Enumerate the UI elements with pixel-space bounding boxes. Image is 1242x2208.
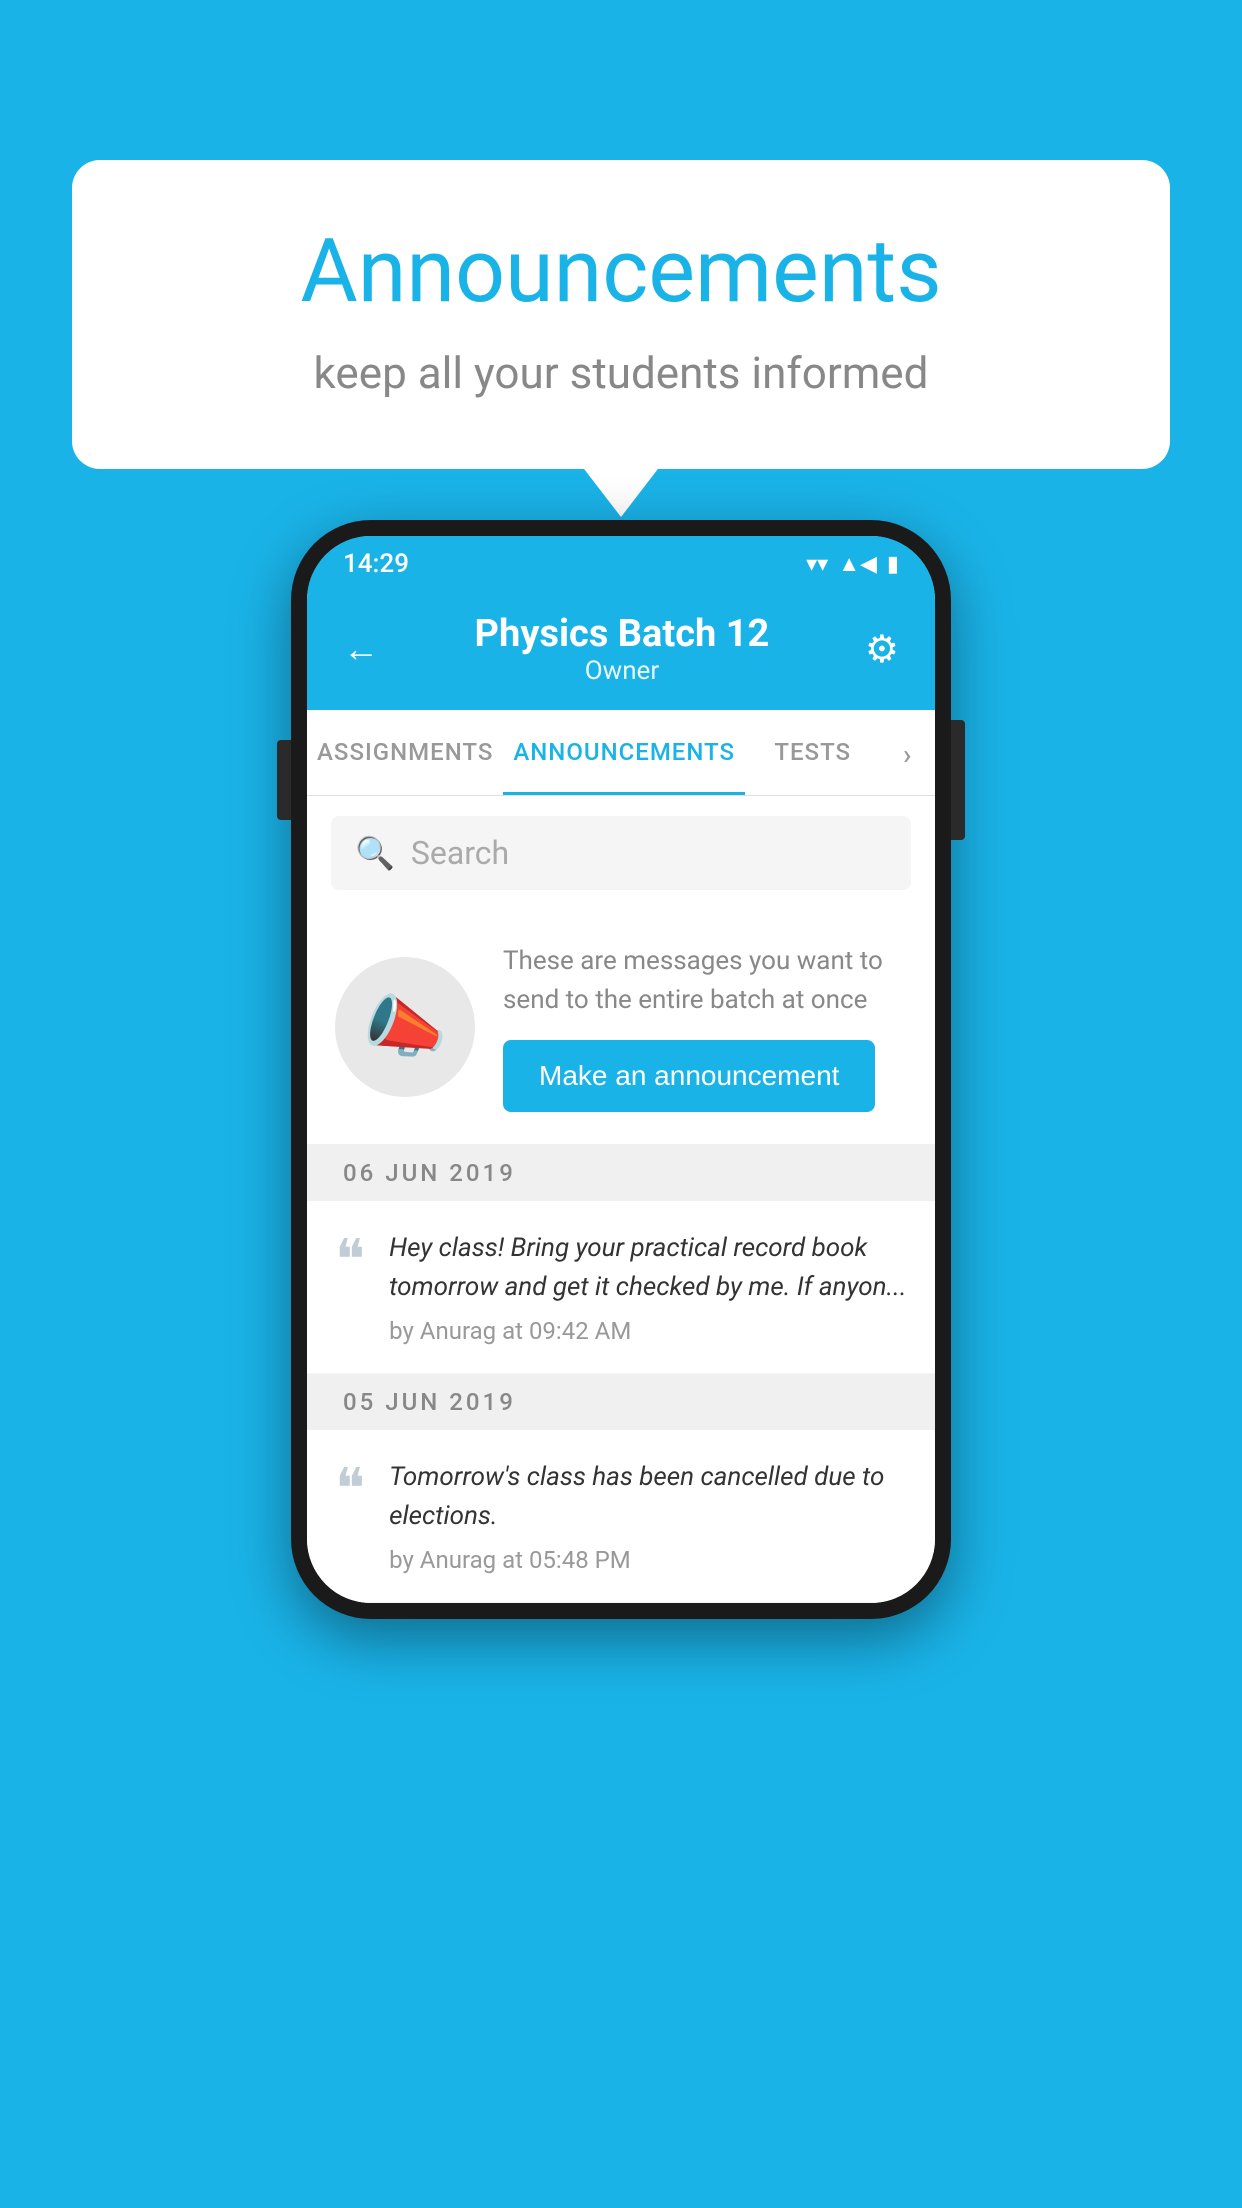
phone-inner: 14:29 ▾▾ ▲◀ ▮ ← Physics Batch 12 Owner ⚙ bbox=[307, 536, 935, 1603]
search-icon: 🔍 bbox=[355, 834, 395, 872]
tab-bar: ASSIGNMENTS ANNOUNCEMENTS TESTS › bbox=[307, 710, 935, 796]
announcement-description: These are messages you want to send to t… bbox=[503, 942, 907, 1020]
announcement-content-2: Tomorrow's class has been cancelled due … bbox=[389, 1458, 907, 1574]
quote-icon-1: ❝ bbox=[335, 1233, 365, 1289]
announcement-prompt: 📣 These are messages you want to send to… bbox=[307, 910, 935, 1145]
quote-icon-2: ❝ bbox=[335, 1462, 365, 1518]
phone-mockup: 14:29 ▾▾ ▲◀ ▮ ← Physics Batch 12 Owner ⚙ bbox=[291, 520, 951, 1619]
header-subtitle: Owner bbox=[475, 656, 770, 686]
settings-icon[interactable]: ⚙ bbox=[865, 627, 899, 672]
tab-announcements[interactable]: ANNOUNCEMENTS bbox=[503, 710, 745, 795]
announcement-text-1: Hey class! Bring your practical record b… bbox=[389, 1229, 907, 1307]
announcement-item-2[interactable]: ❝ Tomorrow's class has been cancelled du… bbox=[307, 1430, 935, 1603]
announcement-meta-1: by Anurag at 09:42 AM bbox=[389, 1317, 907, 1345]
battery-icon: ▮ bbox=[887, 552, 899, 577]
announcement-right: These are messages you want to send to t… bbox=[503, 942, 907, 1112]
phone-outer: 14:29 ▾▾ ▲◀ ▮ ← Physics Batch 12 Owner ⚙ bbox=[291, 520, 951, 1619]
tab-assignments[interactable]: ASSIGNMENTS bbox=[307, 710, 503, 795]
megaphone-icon: 📣 bbox=[363, 987, 448, 1067]
tab-more[interactable]: › bbox=[880, 710, 935, 795]
wifi-icon: ▾▾ bbox=[806, 552, 828, 577]
date-separator-2: 05 JUN 2019 bbox=[307, 1374, 935, 1430]
bubble-subtitle: keep all your students informed bbox=[152, 347, 1090, 399]
bubble-title: Announcements bbox=[152, 220, 1090, 323]
search-bar[interactable]: 🔍 Search bbox=[331, 816, 911, 890]
status-time: 14:29 bbox=[343, 549, 409, 579]
make-announcement-button[interactable]: Make an announcement bbox=[503, 1040, 875, 1112]
search-placeholder: Search bbox=[411, 834, 509, 872]
announcement-meta-2: by Anurag at 05:48 PM bbox=[389, 1546, 907, 1574]
speech-bubble: Announcements keep all your students inf… bbox=[72, 160, 1170, 469]
back-button[interactable]: ← bbox=[343, 628, 379, 670]
search-container: 🔍 Search bbox=[307, 796, 935, 910]
status-icons: ▾▾ ▲◀ ▮ bbox=[806, 551, 899, 577]
status-bar: 14:29 ▾▾ ▲◀ ▮ bbox=[307, 536, 935, 592]
announcement-icon-circle: 📣 bbox=[335, 957, 475, 1097]
date-separator-1: 06 JUN 2019 bbox=[307, 1145, 935, 1201]
signal-icon: ▲◀ bbox=[838, 551, 877, 577]
announcement-content-1: Hey class! Bring your practical record b… bbox=[389, 1229, 907, 1345]
header-title: Physics Batch 12 bbox=[475, 612, 770, 656]
announcement-item-1[interactable]: ❝ Hey class! Bring your practical record… bbox=[307, 1201, 935, 1374]
app-header: ← Physics Batch 12 Owner ⚙ bbox=[307, 592, 935, 710]
announcement-text-2: Tomorrow's class has been cancelled due … bbox=[389, 1458, 907, 1536]
speech-bubble-section: Announcements keep all your students inf… bbox=[72, 160, 1170, 469]
header-center: Physics Batch 12 Owner bbox=[475, 612, 770, 686]
tab-tests[interactable]: TESTS bbox=[745, 710, 880, 795]
